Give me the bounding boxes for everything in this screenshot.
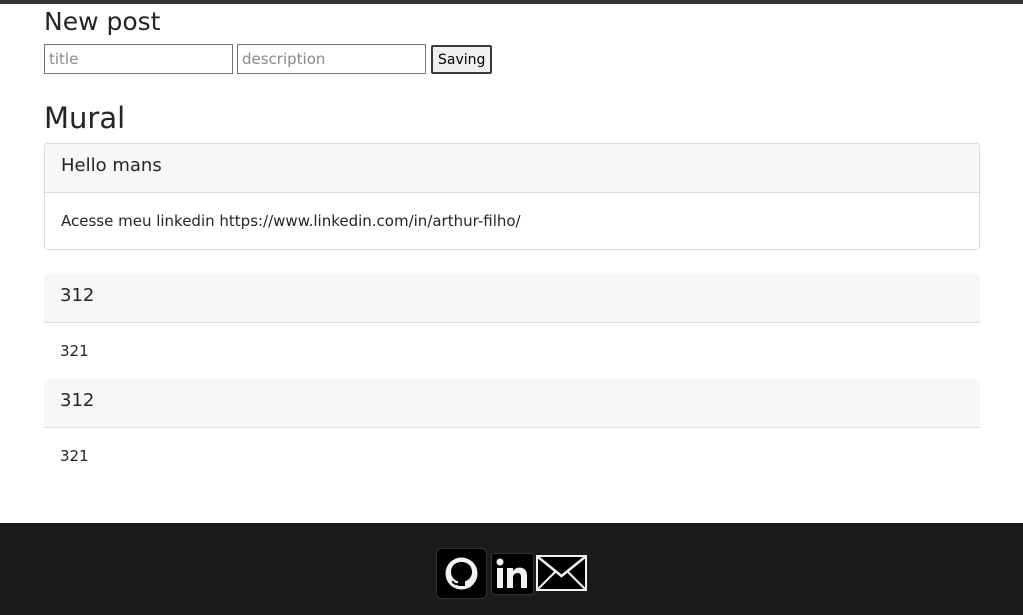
new-post-heading: New post bbox=[44, 7, 161, 36]
post-card: 312 321 bbox=[44, 274, 980, 379]
mural-heading: Mural bbox=[44, 101, 126, 135]
linkedin-icon[interactable] bbox=[491, 553, 534, 595]
description-input[interactable] bbox=[237, 44, 426, 74]
post-title: 312 bbox=[44, 379, 980, 428]
footer bbox=[0, 523, 1023, 615]
post-card: 312 321 bbox=[44, 379, 980, 484]
post-card: Hello mans Acesse meu linkedin https://w… bbox=[44, 143, 980, 250]
post-title: 312 bbox=[44, 274, 980, 323]
post-description: 321 bbox=[60, 342, 89, 360]
top-bar bbox=[0, 0, 1023, 4]
github-icon[interactable] bbox=[436, 548, 487, 599]
post-title: Hello mans bbox=[45, 144, 979, 193]
save-button[interactable]: Saving bbox=[431, 45, 493, 74]
title-input[interactable] bbox=[44, 44, 233, 74]
mail-icon[interactable] bbox=[536, 555, 587, 591]
post-description: 321 bbox=[60, 447, 89, 465]
post-description: Acesse meu linkedin https://www.linkedin… bbox=[61, 212, 521, 230]
